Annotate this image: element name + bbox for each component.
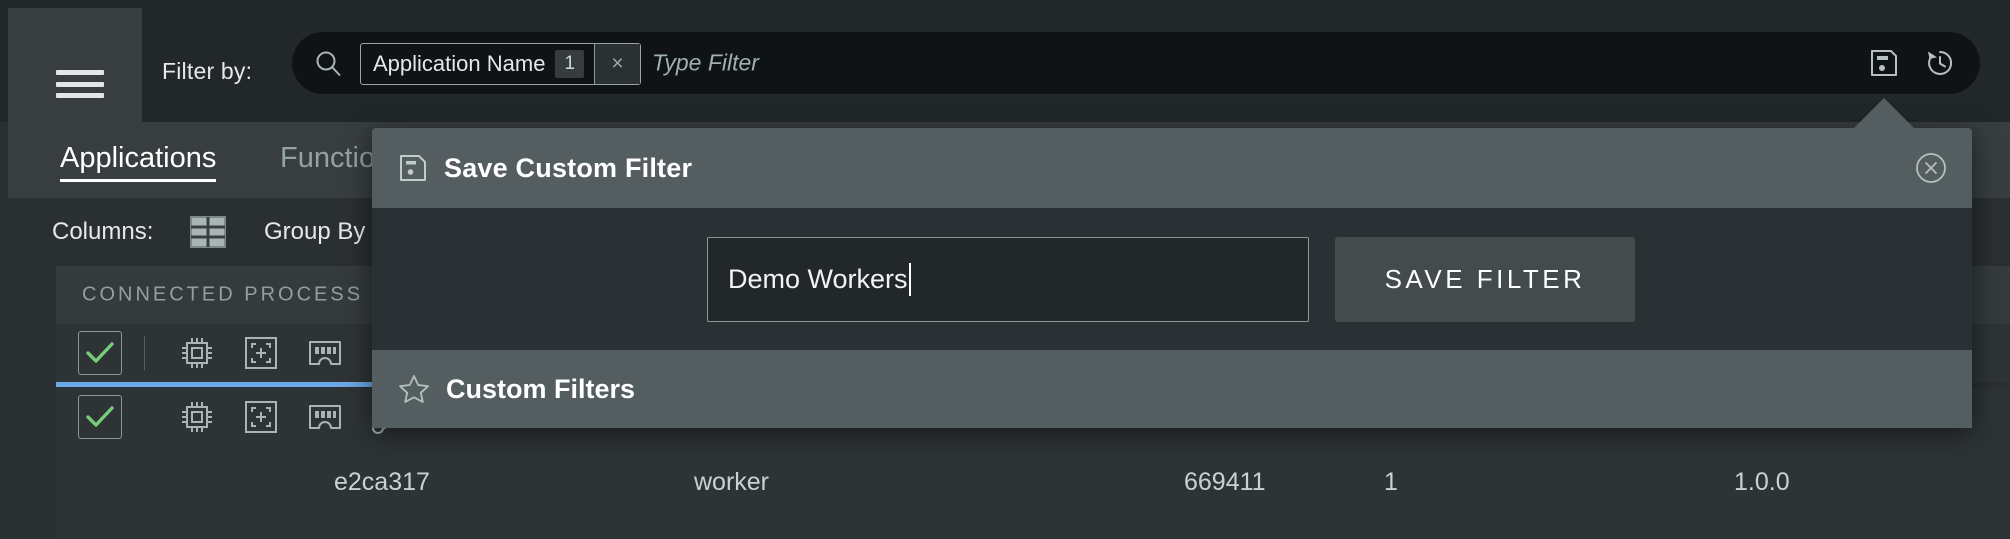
cell-type: worker: [694, 468, 770, 496]
memory-module-icon[interactable]: [305, 333, 345, 373]
floppy-disk-icon: [398, 153, 428, 183]
cell-count: 1: [1384, 468, 1398, 496]
save-filter-icon[interactable]: [1868, 47, 1900, 79]
custom-filters-section-header[interactable]: Custom Filters: [372, 350, 1972, 428]
row-cpu-chip-icon[interactable]: [177, 397, 217, 437]
focus-target-icon[interactable]: [241, 333, 281, 373]
hamburger-menu-icon[interactable]: [56, 70, 104, 98]
group-by-label[interactable]: Group By: [264, 218, 365, 246]
filter-chip-label: Application Name: [373, 51, 546, 76]
custom-filters-label: Custom Filters: [446, 373, 636, 404]
close-circle-icon[interactable]: [1914, 151, 1948, 185]
type-filter-input[interactable]: Type Filter: [652, 50, 759, 77]
cell-version: 1.0.0: [1734, 468, 1790, 496]
filter-by-label: Filter by:: [162, 58, 253, 84]
filter-chip-remove-icon[interactable]: ×: [594, 44, 641, 84]
filter-chip-application-name[interactable]: Application Name 1 ×: [360, 43, 642, 85]
row-checkbox-checked-icon[interactable]: [78, 395, 122, 439]
filter-search-bar[interactable]: Application Name 1 × Type Filter: [292, 32, 1980, 94]
text-caret: [908, 263, 911, 296]
search-icon: [314, 49, 342, 77]
cpu-chip-icon[interactable]: [177, 333, 217, 373]
table-row[interactable]: e2ca317 worker 669411 1 1.0.0: [56, 446, 2010, 539]
filter-chip-count: 1: [555, 50, 585, 78]
filter-name-value: Demo Workers: [728, 264, 908, 294]
row-focus-target-icon[interactable]: [241, 397, 281, 437]
table-grid-icon[interactable]: [190, 216, 226, 248]
hamburger-bar: [56, 70, 104, 75]
checkbox-checked-icon[interactable]: [78, 331, 122, 375]
tab-applications[interactable]: Applications: [60, 142, 217, 182]
columns-label: Columns:: [52, 218, 154, 245]
dialog-title: Save Custom Filter: [444, 152, 693, 183]
hamburger-bar: [56, 81, 104, 87]
filter-name-input[interactable]: Demo Workers: [707, 237, 1309, 322]
tab-functions[interactable]: Functio: [280, 142, 375, 175]
cell-pid: 669411: [1184, 468, 1266, 496]
top-bar: Filter by: Application Name 1 × Type Fil…: [0, 0, 2010, 122]
save-filter-button[interactable]: SAVE FILTER: [1335, 237, 1635, 322]
dialog-header: Save Custom Filter: [372, 128, 1972, 208]
cell-application-name: e2ca317: [334, 468, 430, 496]
filter-history-icon[interactable]: [1924, 47, 1956, 79]
application-root: Filter by: Application Name 1 × Type Fil…: [0, 0, 2010, 539]
menu-panel: [8, 8, 142, 122]
search-bar-actions: [1868, 32, 1956, 94]
dialog-body: Demo Workers SAVE FILTER: [372, 208, 1972, 350]
dialog-pointer-arrow: [1854, 98, 1914, 128]
row-memory-module-icon[interactable]: [305, 397, 345, 437]
star-outline-icon: [398, 373, 430, 405]
toolbar-divider: [144, 336, 145, 370]
hamburger-bar: [56, 93, 104, 98]
save-custom-filter-dialog: Save Custom Filter Demo Workers SAVE FIL…: [372, 98, 1972, 428]
column-header-connected-process: CONNECTED PROCESS: [82, 283, 364, 306]
